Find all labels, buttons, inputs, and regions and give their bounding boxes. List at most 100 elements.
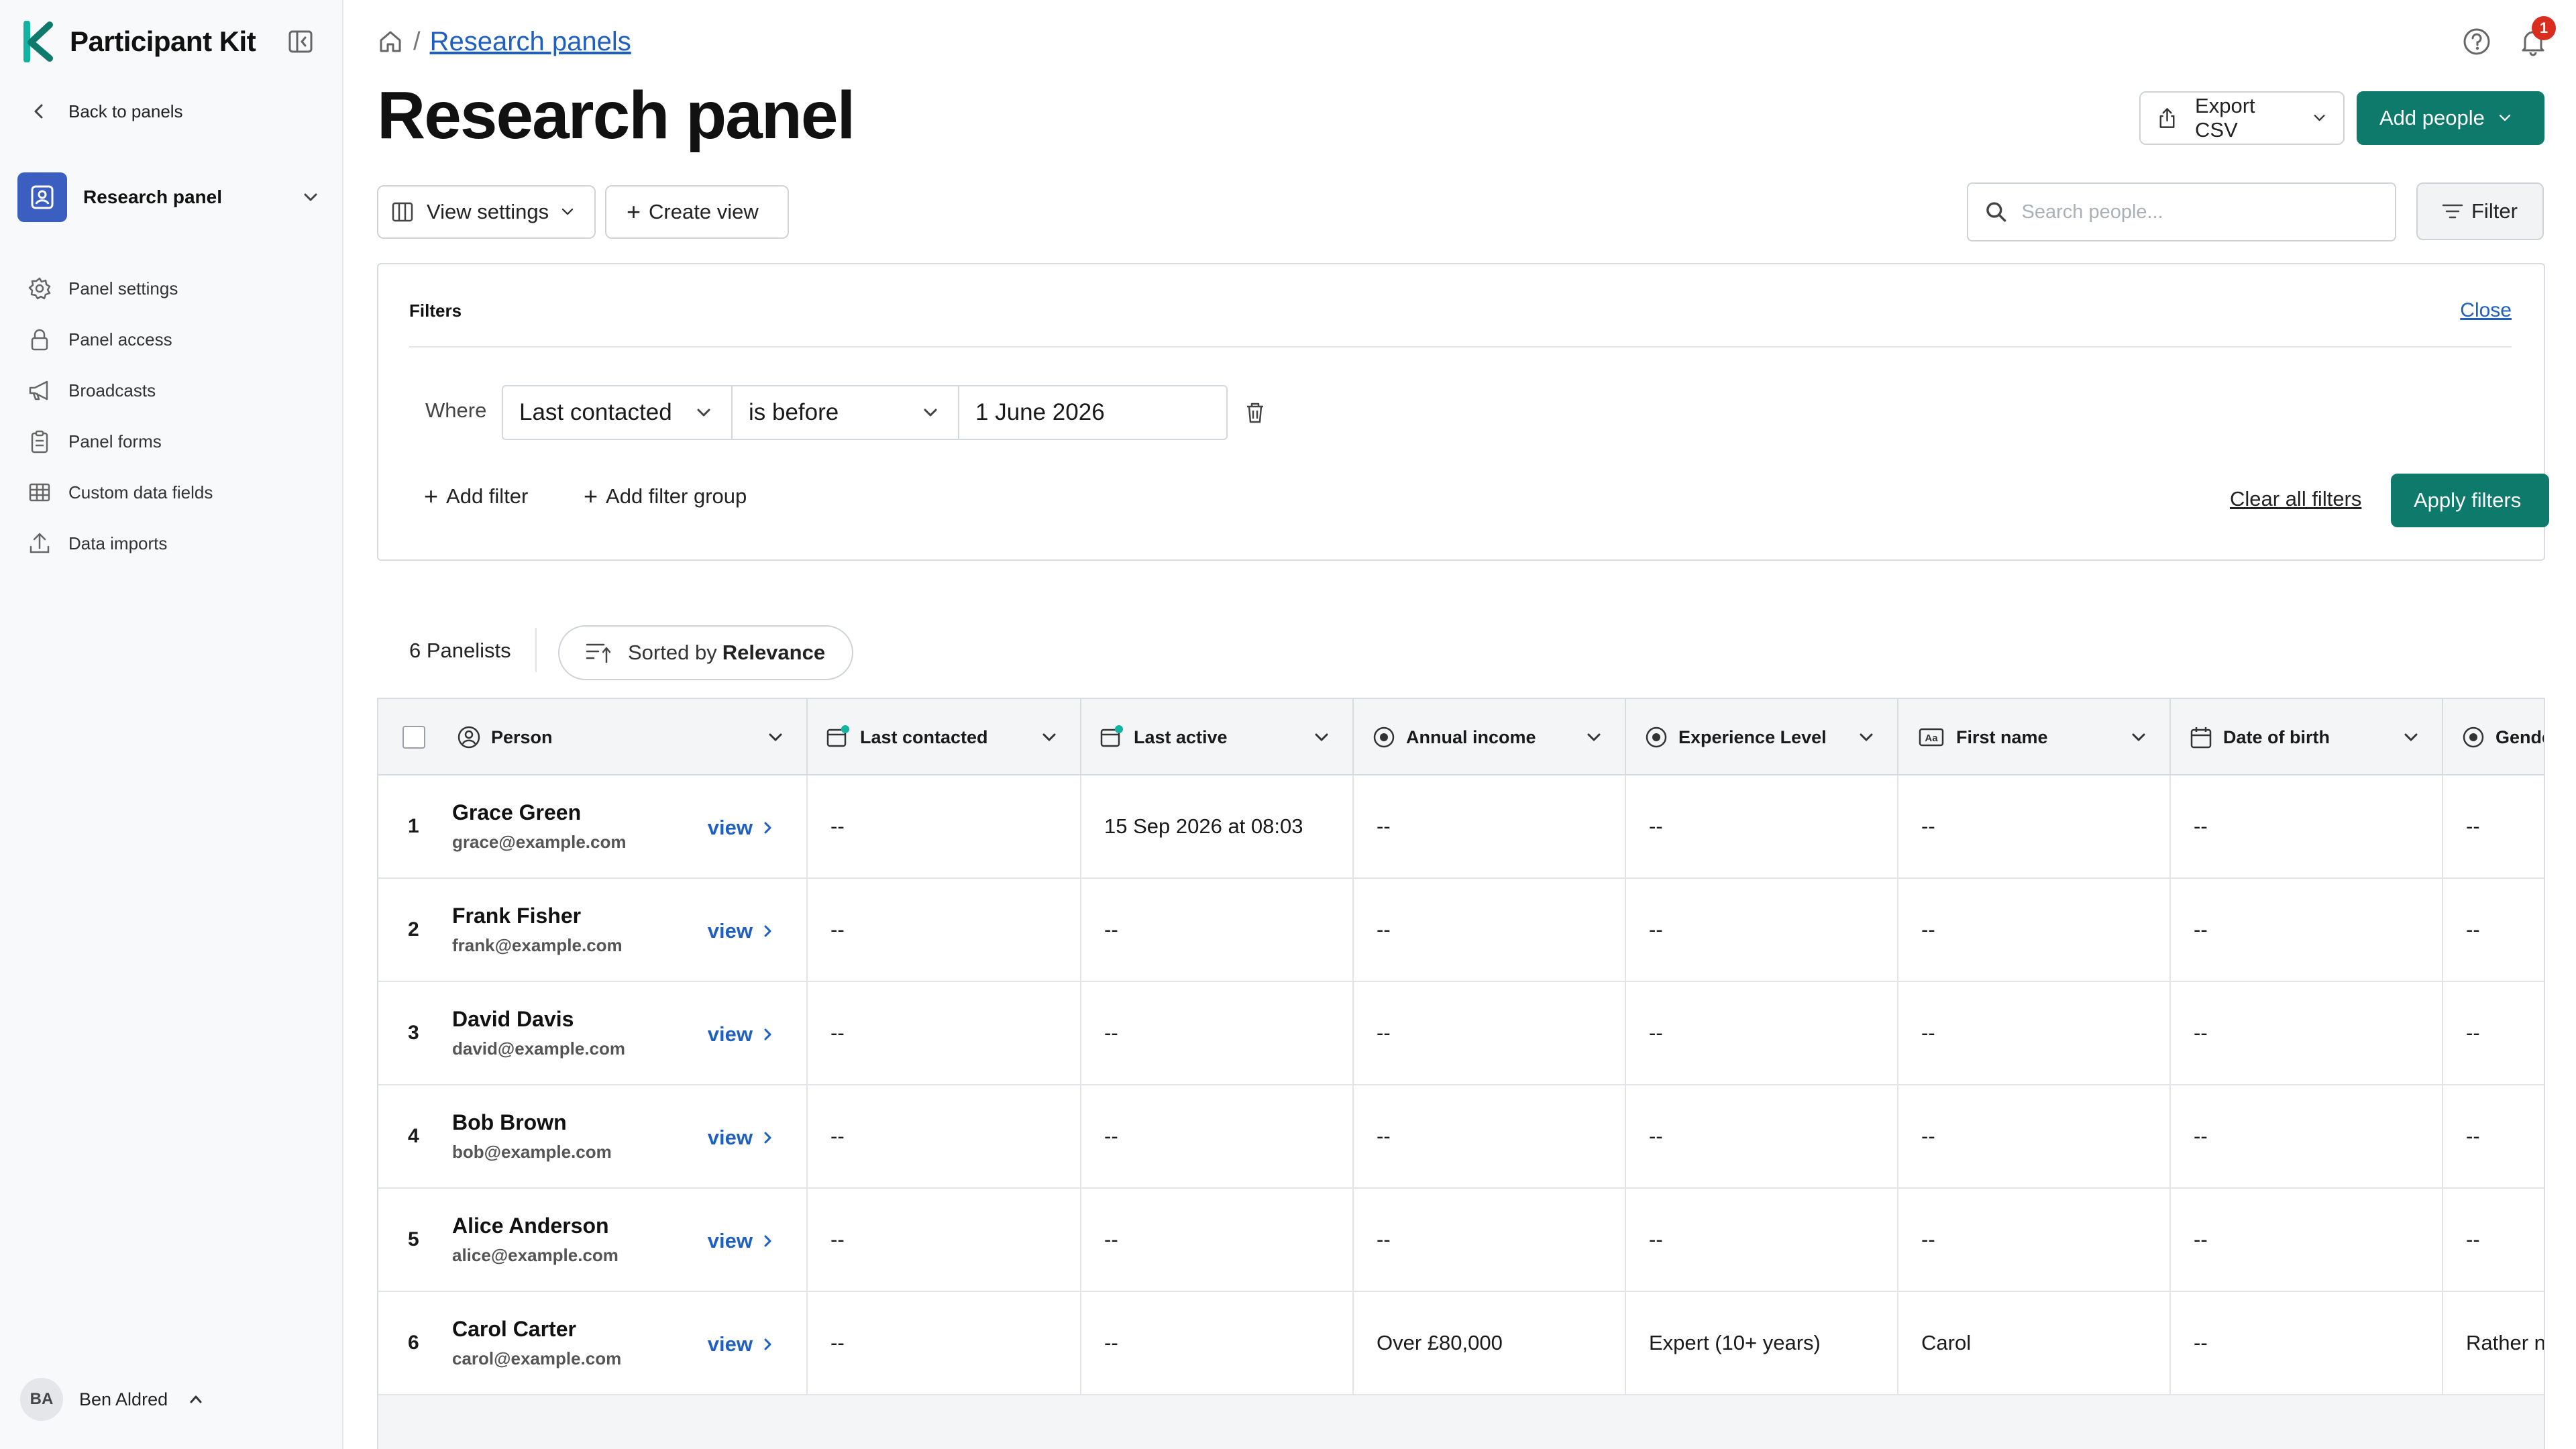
table-row[interactable]: 1 Grace Green grace@example.com view -- … — [378, 775, 2544, 879]
filter-panel: Filters Close Where Last contacted is be… — [377, 263, 2549, 561]
lock-icon — [31, 329, 48, 351]
table-row[interactable]: 2 Frank Fisher frank@example.com view --… — [378, 879, 2544, 982]
person-info: Carol Carter carol@example.com — [452, 1317, 621, 1369]
row-number: 2 — [408, 918, 419, 941]
column-header-person[interactable]: Person — [378, 699, 808, 775]
person-email: grace@example.com — [452, 832, 627, 852]
view-person-link[interactable]: view — [708, 919, 775, 943]
megaphone-icon — [29, 380, 48, 400]
back-to-panels-label: Back to panels — [68, 101, 183, 121]
columns-icon — [392, 202, 413, 222]
home-icon[interactable] — [377, 28, 404, 55]
view-settings-button[interactable]: View settings — [377, 185, 596, 239]
clear-all-filters-link[interactable]: Clear all filters — [2230, 487, 2361, 511]
filter-operator-select[interactable]: is before — [731, 385, 959, 440]
table-row[interactable]: 3 David Davis david@example.com view -- … — [378, 982, 2544, 1085]
collapse-sidebar-icon[interactable] — [287, 28, 314, 55]
person-info: Bob Brown bob@example.com — [452, 1110, 612, 1163]
search-input[interactable] — [2021, 201, 2379, 223]
filter-operator-value: is before — [749, 399, 839, 425]
sort-prefix: Sorted by — [628, 641, 717, 664]
add-filter-button[interactable]: + Add filter — [424, 484, 528, 508]
add-people-button[interactable]: Add people — [2357, 91, 2544, 145]
date-of-birth-cell: -- — [2171, 879, 2443, 981]
add-filter-group-button[interactable]: + Add filter group — [584, 484, 747, 508]
sidebar-item-data-imports[interactable]: Data imports — [27, 518, 322, 569]
view-person-link[interactable]: view — [708, 1022, 775, 1046]
last-contacted-cell: -- — [808, 879, 1081, 981]
sidebar-item-panel-settings[interactable]: Panel settings — [27, 263, 322, 314]
search-field[interactable] — [1967, 182, 2396, 241]
gender-cell: -- — [2443, 879, 2544, 981]
annual-income-cell: -- — [1354, 1189, 1626, 1291]
filter-value-input[interactable]: 1 June 2026 — [958, 385, 1228, 440]
view-person-link[interactable]: view — [708, 816, 775, 840]
user-name: Ben Aldred — [79, 1389, 168, 1409]
calendar-sparkle-icon — [826, 725, 849, 747]
notifications-button[interactable]: 1 — [2517, 16, 2556, 58]
column-header-last-active[interactable]: Last active — [1081, 699, 1354, 775]
column-header-gender[interactable]: Gende — [2443, 699, 2544, 775]
gender-cell: -- — [2443, 775, 2544, 877]
chevron-down-icon — [2132, 733, 2145, 741]
brand[interactable]: Participant Kit — [23, 20, 256, 63]
gear-icon — [28, 277, 51, 300]
column-header-annual-income[interactable]: Annual income — [1354, 699, 1626, 775]
person-cell: 5 Alice Anderson alice@example.com view — [378, 1189, 808, 1291]
create-view-button[interactable]: + Create view — [605, 185, 789, 239]
person-cell: 3 David Davis david@example.com view — [378, 982, 808, 1084]
panel-switcher[interactable]: Research panel — [17, 172, 321, 223]
table-body: 1 Grace Green grace@example.com view -- … — [378, 775, 2544, 1395]
apply-filters-button[interactable]: Apply filters — [2391, 474, 2549, 527]
sidebar-item-panel-access[interactable]: Panel access — [27, 314, 322, 365]
view-label: view — [707, 816, 753, 839]
sidebar-item-broadcasts[interactable]: Broadcasts — [27, 365, 322, 416]
back-to-panels-link[interactable]: Back to panels — [30, 97, 183, 126]
view-person-link[interactable]: view — [708, 1332, 775, 1356]
notification-badge: 1 — [2532, 16, 2556, 40]
search-icon — [1986, 202, 2006, 222]
plus-icon: + — [584, 482, 598, 510]
gender-cell: -- — [2443, 982, 2544, 1084]
view-person-link[interactable]: view — [708, 1229, 775, 1253]
breadcrumb-research-panels[interactable]: Research panels — [430, 27, 631, 57]
table-row[interactable]: 6 Carol Carter carol@example.com view --… — [378, 1292, 2544, 1395]
upload-icon — [30, 533, 50, 553]
select-all-checkbox[interactable] — [402, 726, 425, 749]
view-label: view — [707, 919, 753, 943]
table-row[interactable]: 5 Alice Anderson alice@example.com view … — [378, 1189, 2544, 1292]
sidebar-item-panel-forms[interactable]: Panel forms — [27, 416, 322, 467]
row-number: 5 — [408, 1228, 419, 1250]
column-header-experience-level[interactable]: Experience Level — [1626, 699, 1898, 775]
column-header-last-contacted[interactable]: Last contacted — [808, 699, 1081, 775]
experience-level-cell: -- — [1626, 879, 1898, 981]
last-active-cell: -- — [1081, 982, 1354, 1084]
column-header-date-of-birth[interactable]: Date of birth — [2171, 699, 2443, 775]
view-settings-label: View settings — [427, 200, 549, 223]
filter-button[interactable]: Filter — [2416, 182, 2544, 240]
filter-column-select[interactable]: Last contacted — [502, 385, 733, 440]
table-row[interactable]: 4 Bob Brown bob@example.com view -- -- -… — [378, 1085, 2544, 1189]
chevron-right-icon — [764, 1132, 771, 1144]
view-person-link[interactable]: view — [708, 1126, 775, 1150]
help-icon[interactable] — [2462, 27, 2491, 56]
panel-nav: Panel settings Panel access Broadcasts P… — [27, 263, 322, 569]
calendar-icon — [2190, 727, 2212, 749]
sidebar-item-custom-data-fields[interactable]: Custom data fields — [27, 467, 322, 518]
export-csv-label: Export CSV — [2195, 94, 2255, 142]
sort-button[interactable]: Sorted by Relevance — [558, 625, 853, 680]
trash-icon[interactable] — [1242, 400, 1268, 425]
export-csv-button[interactable]: Export CSV — [2139, 91, 2345, 145]
sidebar-item-label: Panel settings — [68, 278, 178, 299]
last-contacted-cell: -- — [808, 1189, 1081, 1291]
where-label: Where — [425, 398, 487, 422]
column-header-first-name[interactable]: Aa First name — [1898, 699, 2171, 775]
view-label: view — [707, 1022, 753, 1046]
close-filters-link[interactable]: Close — [2460, 299, 2512, 322]
add-filter-group-label: Add filter group — [606, 484, 747, 508]
page-title: Research panel — [377, 78, 855, 153]
person-cell: 4 Bob Brown bob@example.com view — [378, 1085, 808, 1187]
user-menu[interactable]: BA Ben Aldred — [20, 1378, 205, 1421]
person-email: alice@example.com — [452, 1245, 619, 1265]
filter-value-text: 1 June 2026 — [975, 399, 1105, 425]
